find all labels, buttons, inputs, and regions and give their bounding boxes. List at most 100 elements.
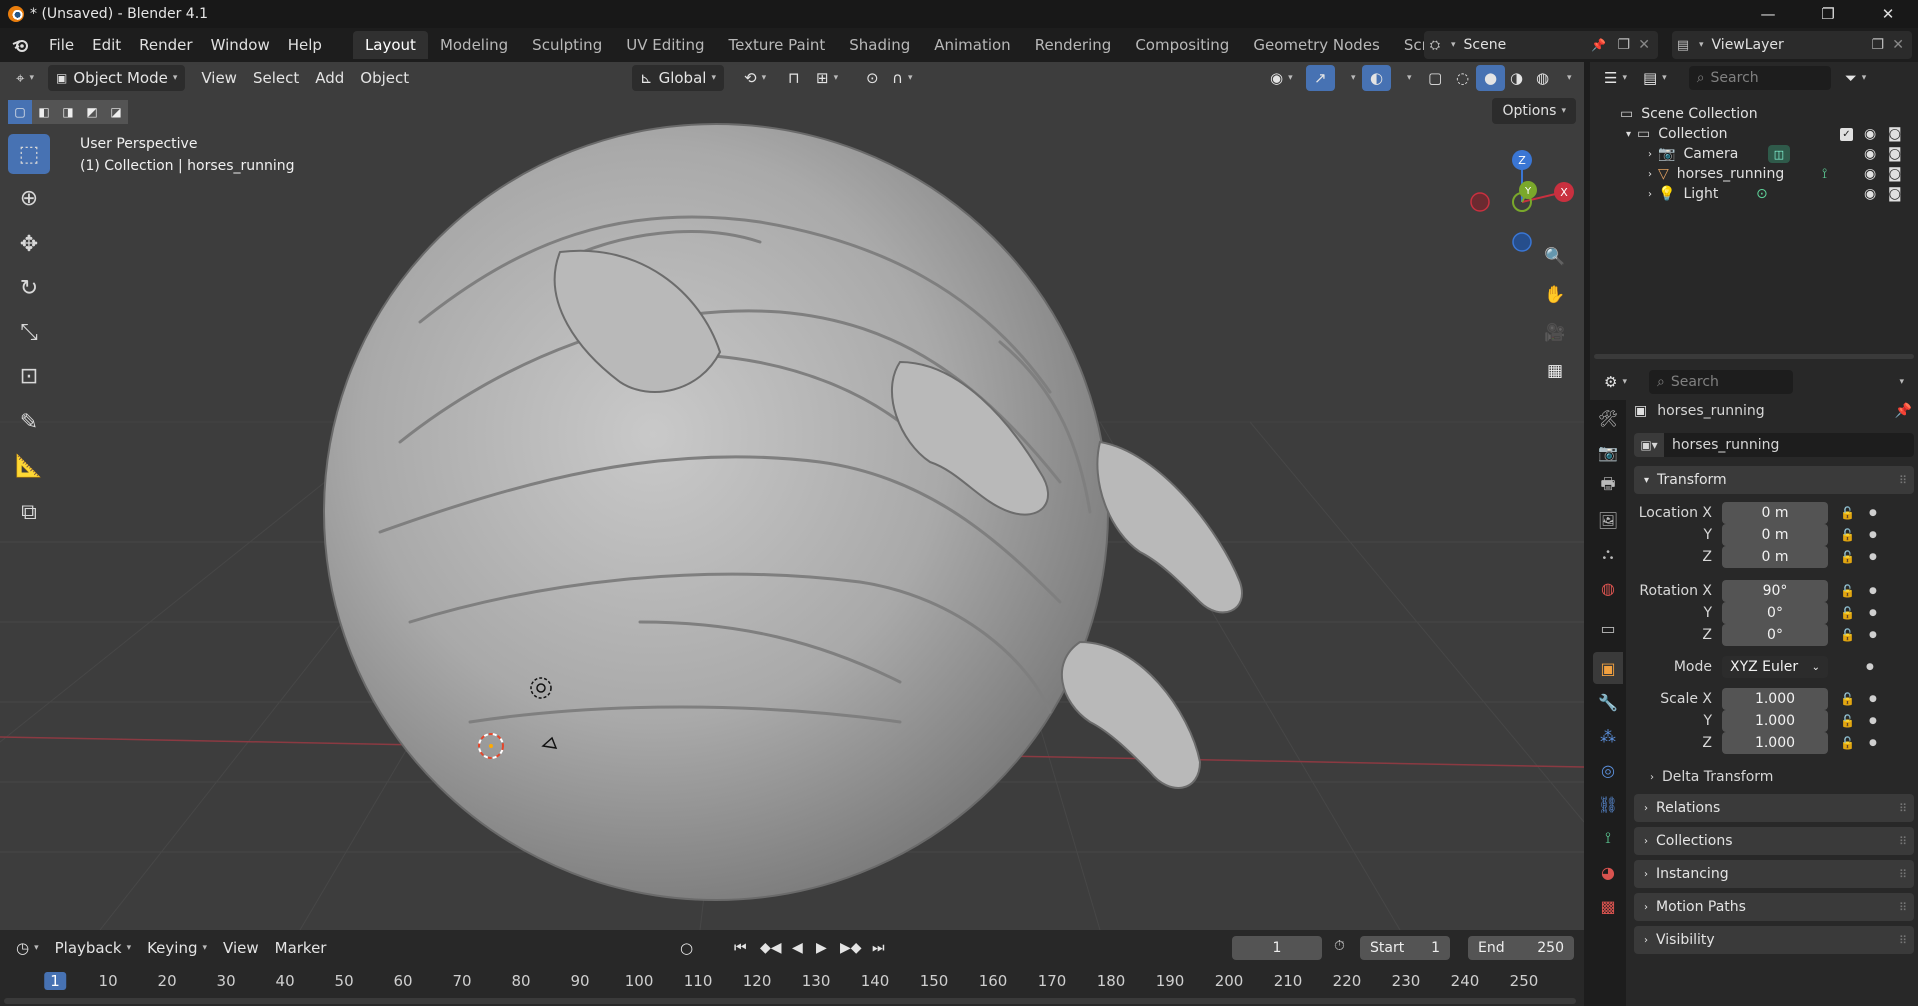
lock-icon[interactable]: 🔓: [1840, 736, 1855, 750]
xray-toggle[interactable]: ▢: [1420, 65, 1450, 91]
rotation-y-field[interactable]: 0°: [1722, 602, 1828, 624]
lock-icon[interactable]: 🔓: [1840, 528, 1855, 542]
lock-icon[interactable]: 🔓: [1840, 606, 1855, 620]
navigation-gizmo[interactable]: Z X Y: [1466, 142, 1576, 252]
output-tab-icon[interactable]: 🖶: [1593, 470, 1623, 502]
annotate-tool-icon[interactable]: ✎: [8, 402, 50, 442]
editor-type-button[interactable]: ⌖ ▾: [8, 65, 42, 91]
object-browse-icon[interactable]: ▣▾: [1634, 433, 1664, 457]
delta-transform-subpanel[interactable]: › Delta Transform: [1650, 766, 1773, 788]
menu-render[interactable]: Render: [130, 32, 201, 58]
instancing-panel-header[interactable]: › Instancing ⠿: [1634, 860, 1914, 888]
expand-chevron-icon[interactable]: ›: [1648, 189, 1652, 200]
drag-grip-icon[interactable]: ⠿: [1899, 835, 1907, 848]
mode-selector[interactable]: ▣ Object Mode ▾: [47, 65, 186, 91]
physics-tab-icon[interactable]: ◎: [1593, 754, 1623, 786]
menu-help[interactable]: Help: [279, 32, 331, 58]
world-tab-icon[interactable]: ◍: [1593, 572, 1623, 604]
light-data-icon[interactable]: ⊙: [1756, 186, 1768, 202]
lock-icon[interactable]: 🔓: [1840, 506, 1855, 520]
properties-options-button[interactable]: ▾: [1886, 369, 1912, 395]
tab-texture-paint[interactable]: Texture Paint: [716, 31, 837, 59]
drag-grip-icon[interactable]: ⠿: [1899, 474, 1907, 487]
pin-icon[interactable]: 📌: [1895, 403, 1912, 419]
tab-geometry-nodes[interactable]: Geometry Nodes: [1241, 31, 1392, 59]
keyframe-dot-icon[interactable]: ●: [1869, 694, 1877, 704]
keyframe-dot-icon[interactable]: ●: [1869, 552, 1877, 562]
zoom-icon[interactable]: 🔍: [1540, 242, 1570, 272]
visibility-eye-icon[interactable]: ◉: [1864, 126, 1876, 142]
tab-rendering[interactable]: Rendering: [1023, 31, 1124, 59]
particles-tab-icon[interactable]: ⁂: [1593, 720, 1623, 752]
constraints-tab-icon[interactable]: ⛓: [1593, 788, 1623, 820]
rotation-z-field[interactable]: 0°: [1722, 624, 1828, 646]
transform-panel-header[interactable]: ▾ Transform ⠿: [1634, 466, 1914, 494]
filter-button[interactable]: ⏷ ▾: [1837, 65, 1875, 91]
snap-button[interactable]: ⊓: [780, 65, 808, 91]
neg-x-axis-icon[interactable]: [1470, 192, 1490, 212]
outliner-row-light[interactable]: › 💡 Light ⊙ ◉ ◙: [1590, 182, 1918, 206]
expand-chevron-icon[interactable]: ›: [1648, 149, 1652, 160]
motion-paths-panel-header[interactable]: › Motion Paths ⠿: [1634, 893, 1914, 921]
relations-panel-header[interactable]: › Relations ⠿: [1634, 794, 1914, 822]
keyframe-dot-icon[interactable]: ●: [1869, 530, 1877, 540]
menu-edit[interactable]: Edit: [83, 32, 130, 58]
outliner-search-input[interactable]: ⌕ Search: [1688, 66, 1831, 90]
keyframe-dot-icon[interactable]: ●: [1869, 586, 1877, 596]
properties-editor-type-button[interactable]: ⚙ ▾: [1596, 369, 1635, 395]
new-scene-icon[interactable]: ❐: [1617, 37, 1630, 53]
visibility-selector[interactable]: ◉ ▾: [1262, 65, 1301, 91]
keyframe-dot-icon[interactable]: ●: [1869, 608, 1877, 618]
collection-tab-icon[interactable]: ▭: [1593, 612, 1623, 644]
transform-orientation-selector[interactable]: ⊾ Global ▾: [632, 65, 724, 91]
properties-search-input[interactable]: ⌕ Search: [1648, 370, 1793, 394]
proportional-editing-button[interactable]: ⊙: [858, 65, 887, 91]
location-y-field[interactable]: 0 m: [1722, 524, 1828, 546]
play-button[interactable]: ▶: [808, 935, 835, 961]
lock-icon[interactable]: 🔓: [1840, 550, 1855, 564]
lock-icon[interactable]: 🔓: [1840, 692, 1855, 706]
visibility-panel-header[interactable]: › Visibility ⠿: [1634, 926, 1914, 954]
shading-solid-button[interactable]: ●: [1476, 65, 1506, 91]
exclude-checkbox[interactable]: ✓: [1840, 127, 1853, 141]
cursor-tool-icon[interactable]: ⊕: [8, 178, 50, 218]
location-z-field[interactable]: 0 m: [1722, 546, 1828, 568]
remove-scene-icon[interactable]: ✕: [1638, 37, 1650, 53]
stopwatch-icon[interactable]: ⏱: [1334, 938, 1345, 954]
ortho-grid-icon[interactable]: ▦: [1540, 356, 1570, 386]
shading-material-button[interactable]: ◑: [1502, 65, 1531, 91]
scene-tab-icon[interactable]: ⛬: [1593, 538, 1623, 570]
location-x-field[interactable]: 0 m: [1722, 502, 1828, 524]
render-camera-icon[interactable]: ◙: [1888, 126, 1902, 142]
current-frame-field[interactable]: 1: [1232, 936, 1322, 960]
transform-tool-icon[interactable]: ⊡: [8, 356, 50, 396]
lock-icon[interactable]: 🔓: [1840, 714, 1855, 728]
lock-icon[interactable]: 🔓: [1840, 584, 1855, 598]
3d-viewport[interactable]: ⌖ ▾ ▣ Object Mode ▾ View Select Add Objec…: [0, 62, 1584, 930]
mesh-data-icon[interactable]: ⟟: [1822, 166, 1827, 182]
drag-grip-icon[interactable]: ⠿: [1899, 934, 1907, 947]
gizmo-toggle[interactable]: ↗: [1306, 65, 1335, 91]
tab-layout[interactable]: Layout: [352, 31, 428, 59]
select-new-icon[interactable]: ▢: [8, 100, 32, 124]
select-subtract-icon[interactable]: ◨: [56, 100, 80, 124]
scale-y-field[interactable]: 1.000: [1722, 710, 1828, 732]
scene-selector[interactable]: ⛭ ▾ Scene 📌 ❐ ✕: [1424, 31, 1658, 59]
falloff-button[interactable]: ∩ ▾: [884, 65, 921, 91]
view-layer-tab-icon[interactable]: 🖼: [1593, 504, 1623, 536]
render-camera-icon[interactable]: ◙: [1888, 186, 1902, 202]
viewport-menu-view[interactable]: View: [193, 65, 245, 91]
close-button[interactable]: ✕: [1858, 0, 1918, 28]
auto-keying-toggle[interactable]: ○: [672, 935, 701, 961]
lock-icon[interactable]: 🔓: [1840, 628, 1855, 642]
add-cube-tool-icon[interactable]: ⧉: [8, 492, 50, 532]
keyframe-dot-icon[interactable]: ●: [1869, 508, 1877, 518]
visibility-eye-icon[interactable]: ◉: [1864, 166, 1876, 182]
object-name-field[interactable]: horses_running: [1664, 433, 1914, 457]
keyframe-dot-icon[interactable]: ●: [1869, 738, 1877, 748]
gizmo-menu[interactable]: ▾: [1338, 65, 1364, 91]
overlays-toggle[interactable]: ◐: [1362, 65, 1392, 91]
neg-z-axis-icon[interactable]: [1512, 232, 1532, 252]
measure-tool-icon[interactable]: 📐: [8, 446, 50, 486]
remove-view-layer-icon[interactable]: ✕: [1892, 37, 1904, 53]
